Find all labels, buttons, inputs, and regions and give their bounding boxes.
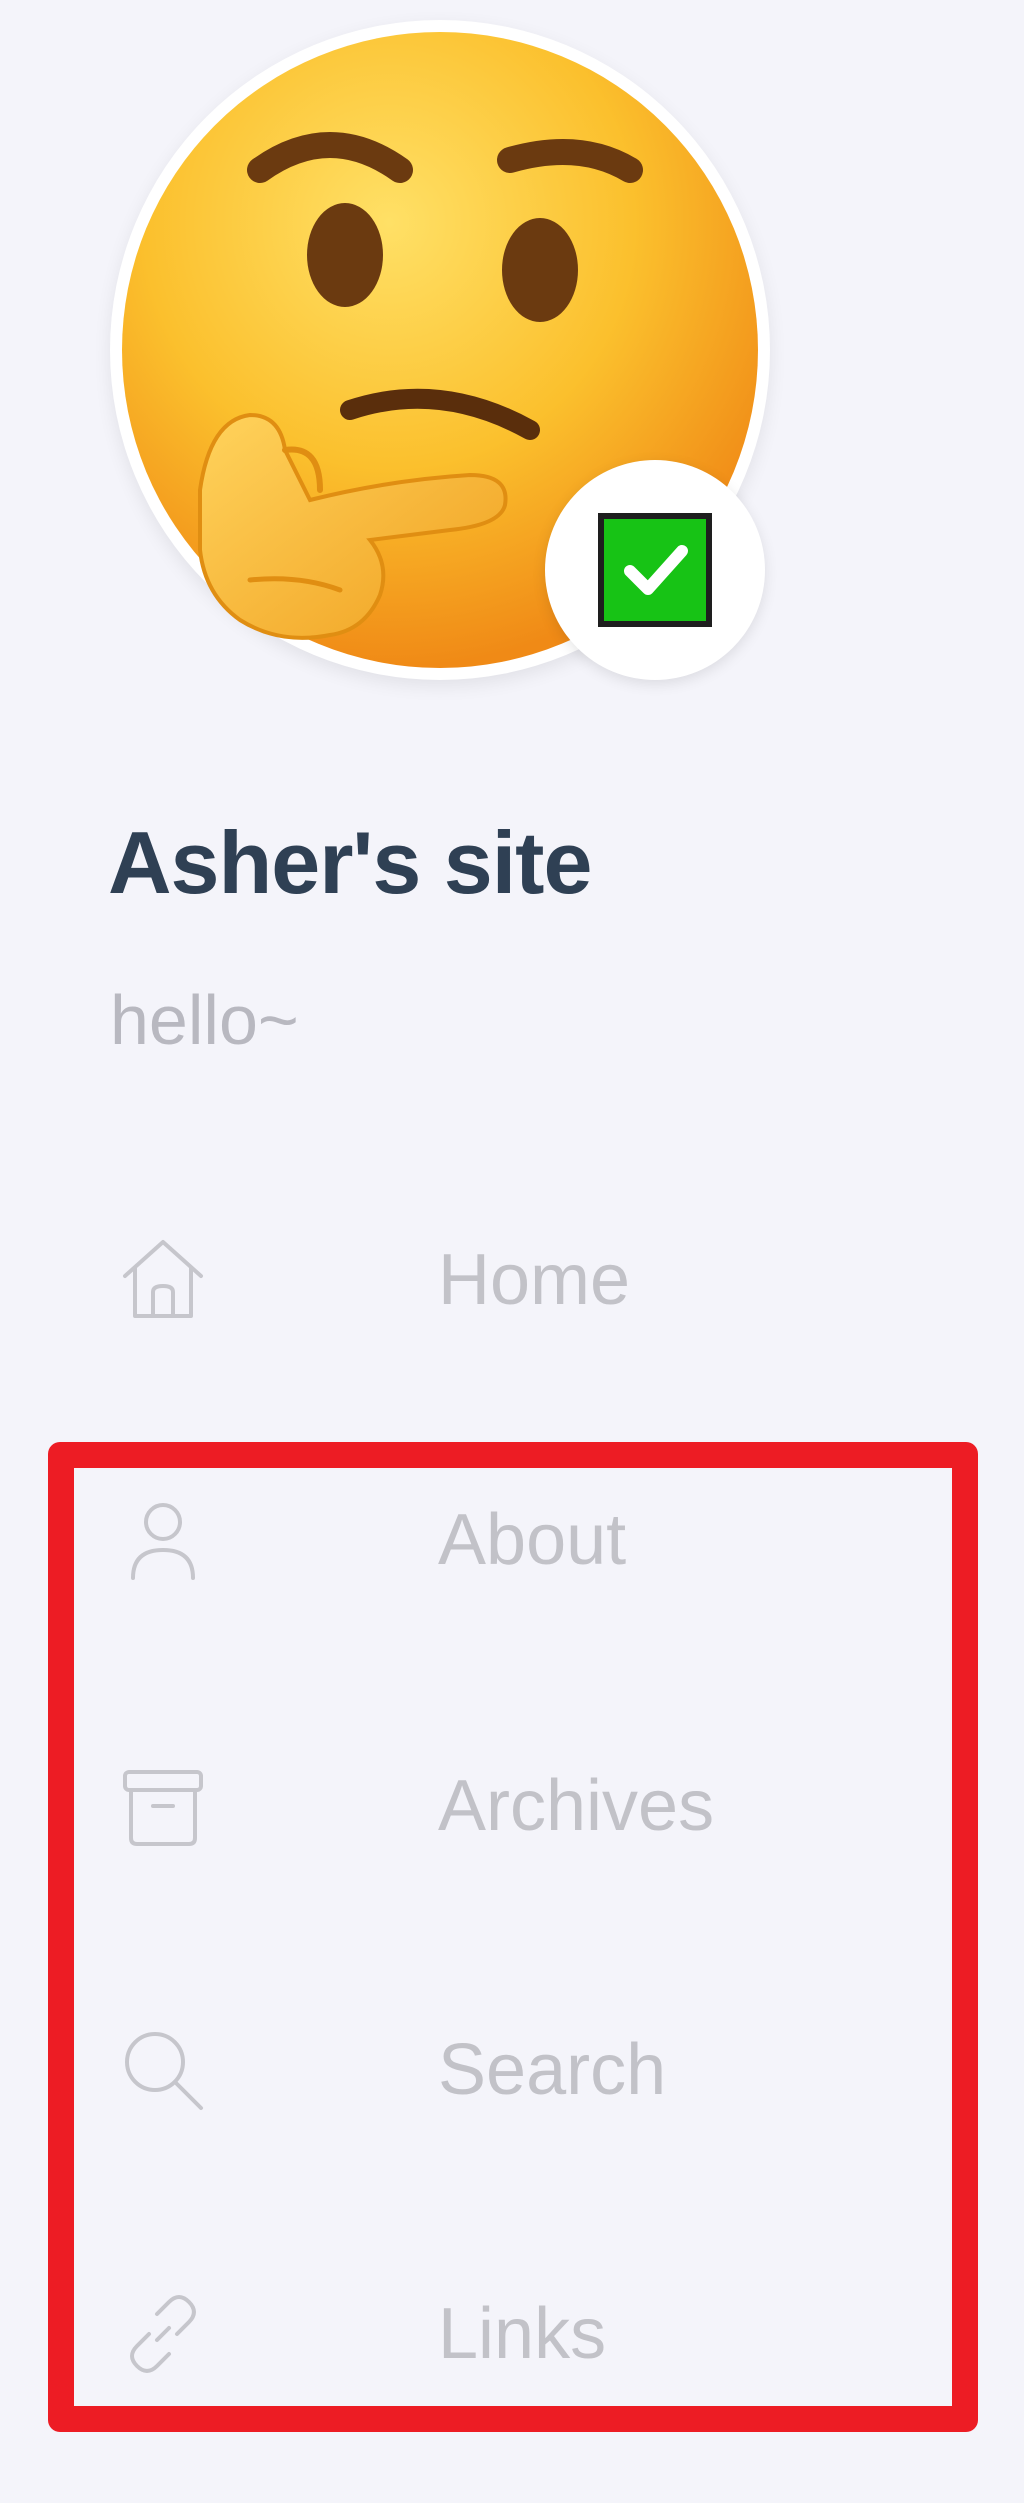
- nav-item-about[interactable]: About: [108, 1470, 968, 1610]
- nav-item-label: Links: [438, 2294, 607, 2374]
- nav-item-archives[interactable]: Archives: [108, 1736, 968, 1876]
- site-subtitle: hello~: [110, 981, 299, 1059]
- nav-item-label: Archives: [438, 1766, 715, 1846]
- nav-item-search[interactable]: Search: [108, 2000, 968, 2140]
- archive-icon: [108, 1751, 218, 1861]
- avatar[interactable]: [110, 20, 770, 680]
- nav-item-label: Home: [438, 1240, 631, 1320]
- check-mark-icon: [598, 513, 712, 627]
- user-icon: [108, 1485, 218, 1595]
- home-icon: [108, 1225, 218, 1335]
- nav-item-label: Search: [438, 2030, 667, 2110]
- nav-item-links[interactable]: Links: [108, 2264, 968, 2404]
- link-icon: [108, 2279, 218, 2389]
- status-badge: [545, 460, 765, 680]
- nav-item-home[interactable]: Home: [108, 1210, 968, 1350]
- nav-item-label: About: [438, 1500, 627, 1580]
- search-icon: [108, 2015, 218, 2125]
- site-title[interactable]: Asher's site: [108, 812, 592, 914]
